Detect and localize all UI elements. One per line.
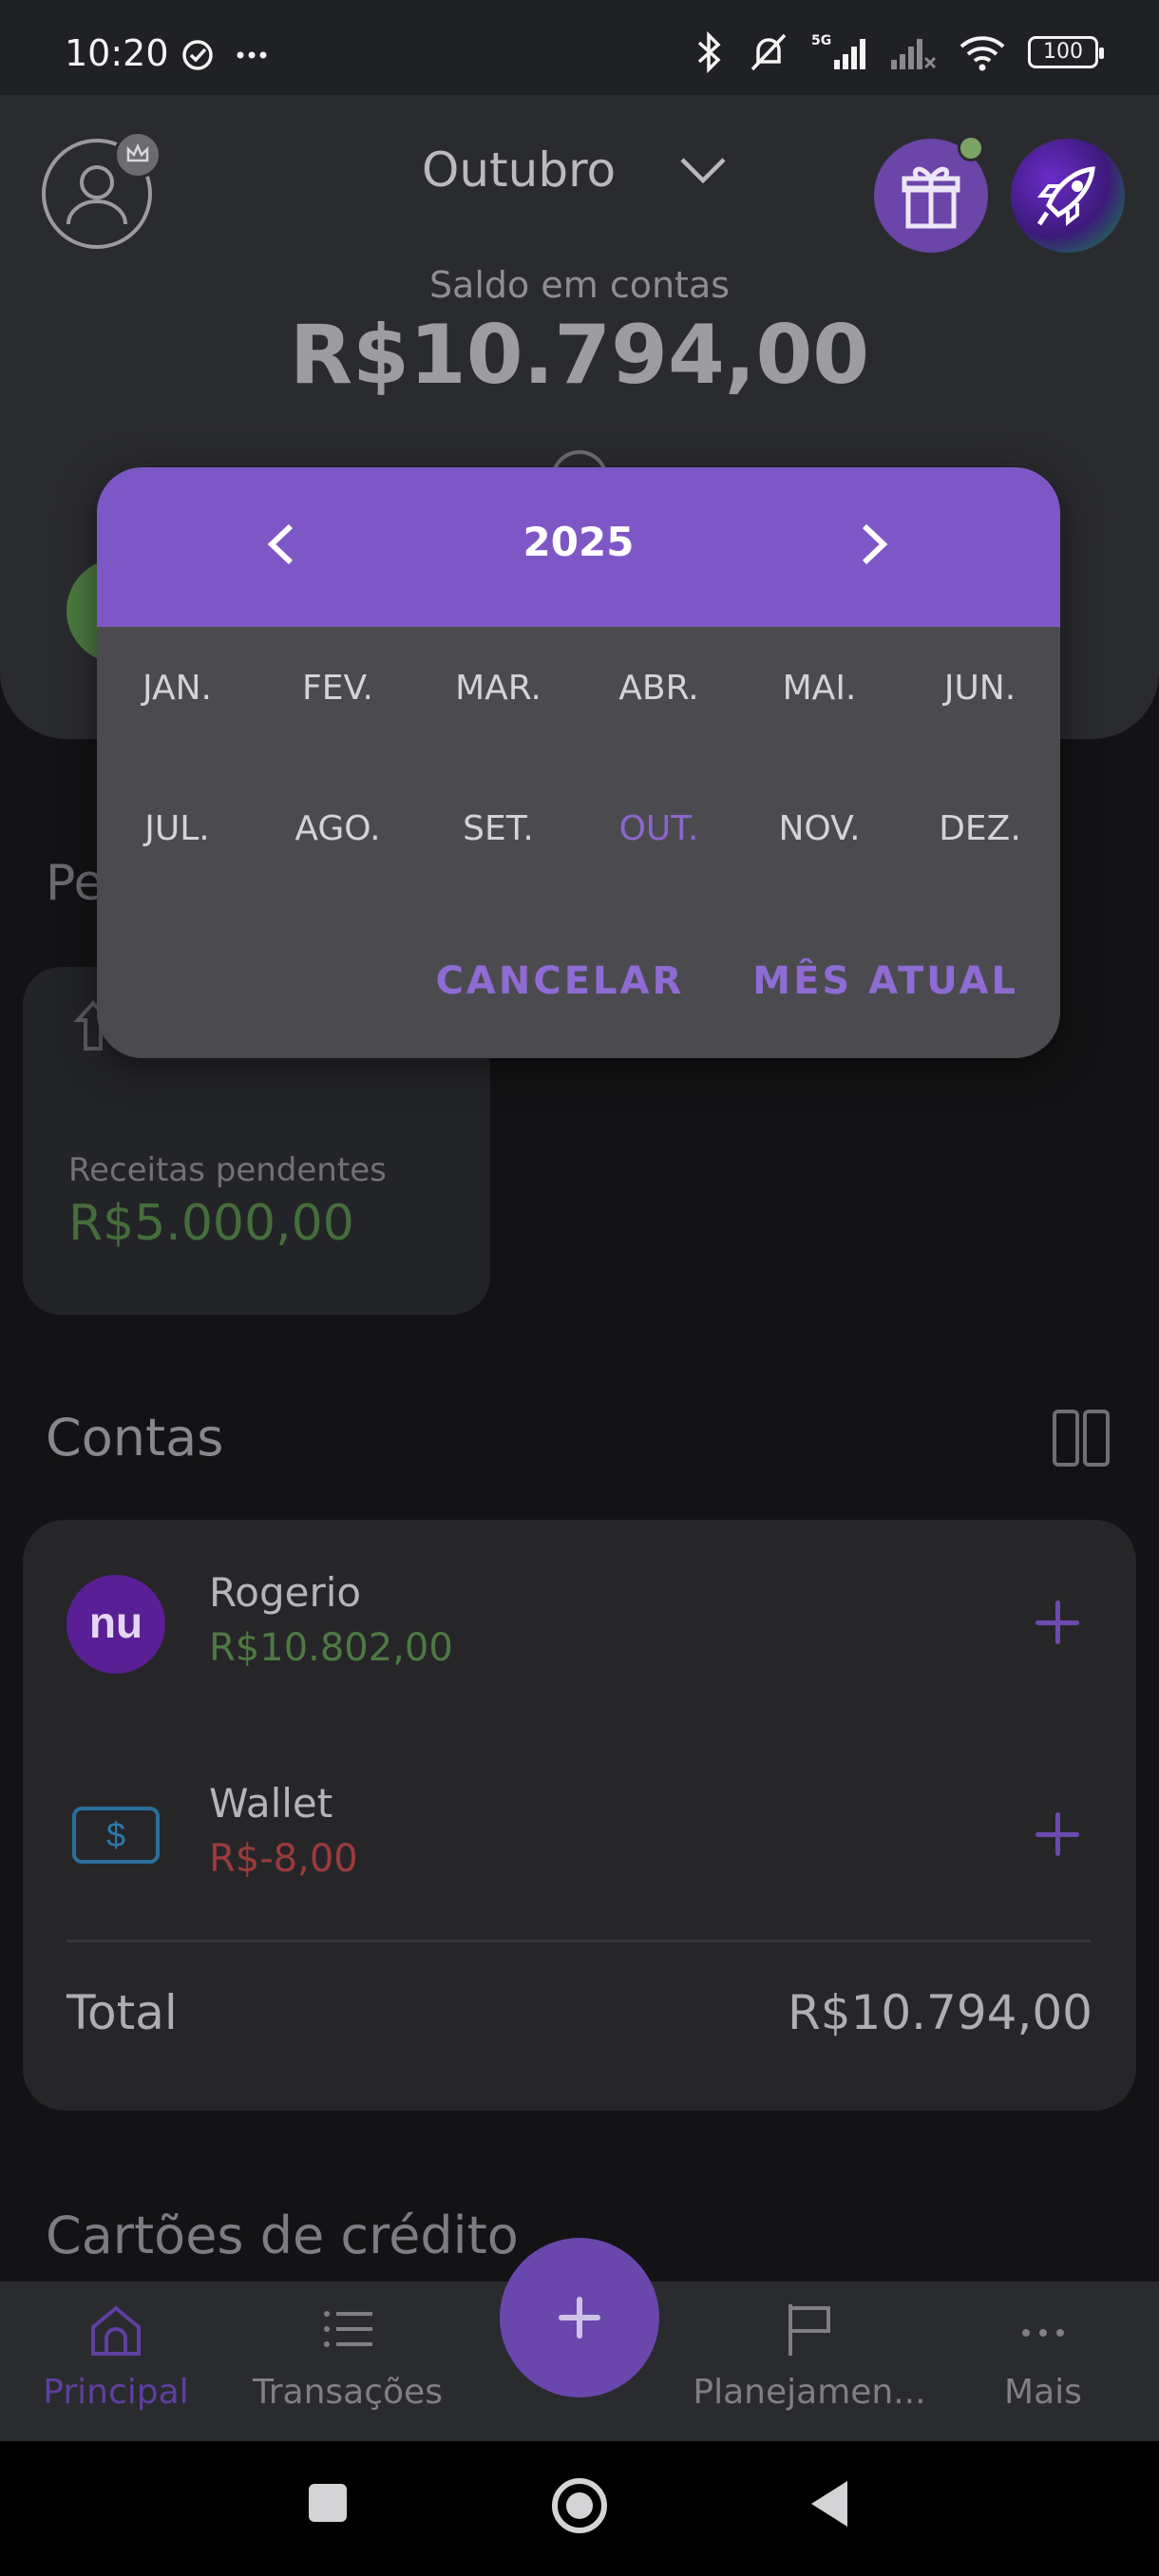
current-month-button[interactable]: MÊS ATUAL: [752, 959, 1018, 1003]
month-option[interactable]: ABR.: [579, 669, 739, 708]
chevron-right-icon[interactable]: [849, 521, 897, 568]
home-circle-icon[interactable]: [549, 2475, 610, 2536]
recents-square-icon[interactable]: [304, 2479, 352, 2527]
system-navigation-bar: [0, 2441, 1159, 2576]
month-option[interactable]: DEZ.: [900, 809, 1060, 848]
month-option[interactable]: SET.: [418, 809, 579, 848]
month-option[interactable]: NOV.: [739, 809, 900, 848]
month-picker-dialog: 2025 JAN. FEV. MAR. ABR. MAI. JUN. JUL. …: [97, 467, 1060, 1058]
modal-scrim[interactable]: [0, 0, 1159, 2441]
dialog-actions: CANCELAR MÊS ATUAL: [436, 959, 1018, 1003]
month-option[interactable]: FEV.: [257, 669, 418, 708]
month-option-selected[interactable]: OUT.: [579, 809, 739, 848]
month-option[interactable]: JUL.: [97, 809, 257, 848]
back-triangle-icon[interactable]: [806, 2477, 853, 2530]
dialog-year: 2025: [522, 519, 635, 565]
dialog-header: 2025: [97, 467, 1060, 627]
month-option[interactable]: JUN.: [900, 669, 1060, 708]
month-option[interactable]: JAN.: [97, 669, 257, 708]
month-option[interactable]: MAI.: [739, 669, 900, 708]
cancel-button[interactable]: CANCELAR: [436, 959, 685, 1003]
month-option[interactable]: MAR.: [418, 669, 579, 708]
month-option[interactable]: AGO.: [257, 809, 418, 848]
